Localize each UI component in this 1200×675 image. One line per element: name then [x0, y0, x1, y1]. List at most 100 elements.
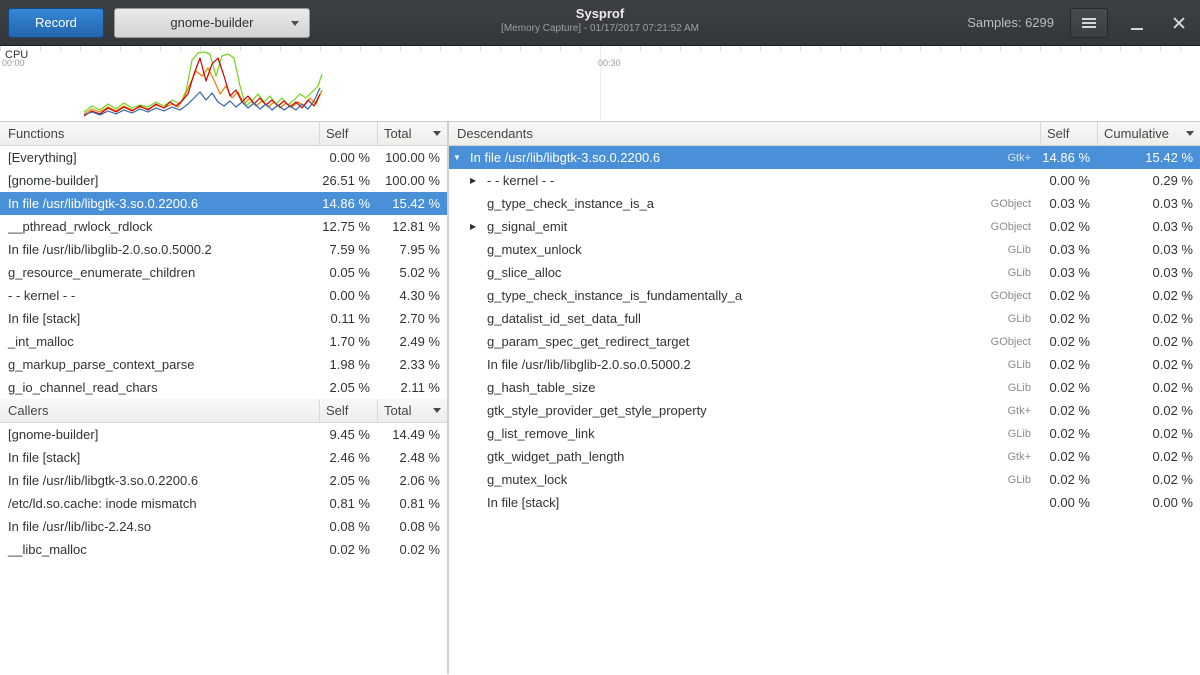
- record-button[interactable]: Record: [8, 8, 104, 38]
- table-row[interactable]: - - kernel - -0.00 %4.30 %: [0, 284, 447, 307]
- sort-descending-icon: [433, 408, 441, 413]
- expander-closed-icon[interactable]: ▶: [470, 169, 487, 192]
- row-label: [Everything]: [0, 150, 319, 165]
- column-header-self[interactable]: Self: [319, 122, 377, 145]
- column-header-self[interactable]: Self: [319, 399, 377, 422]
- library-tag: GLib: [1008, 359, 1040, 371]
- table-row[interactable]: gtk_widget_path_lengthGtk+0.02 %0.02 %: [449, 445, 1200, 468]
- minimize-button[interactable]: [1124, 10, 1150, 36]
- cumulative-value: 0.02 %: [1097, 380, 1200, 395]
- row-label: g_type_check_instance_is_aGObject: [449, 196, 1040, 211]
- self-value: 0.02 %: [1040, 219, 1097, 234]
- table-row[interactable]: g_mutex_unlockGLib0.03 %0.03 %: [449, 238, 1200, 261]
- table-row[interactable]: [gnome-builder]9.45 %14.49 %: [0, 423, 447, 446]
- table-row[interactable]: g_slice_allocGLib0.03 %0.03 %: [449, 261, 1200, 284]
- hamburger-icon: [1082, 18, 1096, 28]
- row-label: g_list_remove_linkGLib: [449, 426, 1040, 441]
- cumulative-value: 15.42 %: [1097, 150, 1200, 165]
- table-row[interactable]: __libc_malloc0.02 %0.02 %: [0, 538, 447, 561]
- menu-button[interactable]: [1070, 8, 1108, 38]
- table-row[interactable]: In file /usr/lib/libc-2.24.so0.08 %0.08 …: [0, 515, 447, 538]
- table-row[interactable]: g_resource_enumerate_children0.05 %5.02 …: [0, 261, 447, 284]
- row-label: gtk_style_provider_get_style_propertyGtk…: [449, 403, 1040, 418]
- library-tag: GLib: [1008, 474, 1040, 486]
- table-row[interactable]: g_mutex_lockGLib0.02 %0.02 %: [449, 468, 1200, 491]
- table-row[interactable]: g_list_remove_linkGLib0.02 %0.02 %: [449, 422, 1200, 445]
- expander-closed-icon[interactable]: ▶: [470, 215, 487, 238]
- row-label: g_param_spec_get_redirect_targetGObject: [449, 334, 1040, 349]
- table-row[interactable]: gtk_style_provider_get_style_propertyGtk…: [449, 399, 1200, 422]
- table-row[interactable]: ▶- - kernel - -0.00 %0.29 %: [449, 169, 1200, 192]
- self-value: 0.02 %: [1040, 334, 1097, 349]
- library-tag: Gtk+: [1007, 405, 1040, 417]
- column-header-total-label: Total: [384, 403, 411, 418]
- total-value: 5.02 %: [377, 265, 447, 280]
- table-row[interactable]: g_type_check_instance_is_aGObject0.03 %0…: [449, 192, 1200, 215]
- row-label: [gnome-builder]: [0, 427, 319, 442]
- row-label: ▶- - kernel - -: [449, 169, 1040, 192]
- row-label: ▶g_signal_emitGObject: [449, 215, 1040, 238]
- table-row[interactable]: [Everything]0.00 %100.00 %: [0, 146, 447, 169]
- table-row[interactable]: In file /usr/lib/libgtk-3.so.0.2200.62.0…: [0, 469, 447, 492]
- cumulative-value: 0.02 %: [1097, 472, 1200, 487]
- self-value: 0.02 %: [1040, 357, 1097, 372]
- total-value: 100.00 %: [377, 173, 447, 188]
- sort-descending-icon: [1186, 131, 1194, 136]
- total-value: 4.30 %: [377, 288, 447, 303]
- cumulative-value: 0.02 %: [1097, 426, 1200, 441]
- table-row[interactable]: __pthread_rwlock_rdlock12.75 %12.81 %: [0, 215, 447, 238]
- table-row[interactable]: _int_malloc1.70 %2.49 %: [0, 330, 447, 353]
- column-header-callers[interactable]: Callers: [0, 399, 319, 422]
- expander-open-icon[interactable]: ▼: [453, 146, 470, 169]
- table-row[interactable]: /etc/ld.so.cache: inode mismatch0.81 %0.…: [0, 492, 447, 515]
- table-row[interactable]: In file /usr/lib/libglib-2.0.so.0.5000.2…: [449, 353, 1200, 376]
- column-header-total[interactable]: Total: [377, 122, 447, 145]
- self-value: 0.00 %: [1040, 173, 1097, 188]
- self-value: 14.86 %: [319, 196, 377, 211]
- table-row[interactable]: g_io_channel_read_chars2.05 %2.11 %: [0, 376, 447, 399]
- table-row[interactable]: In file [stack]2.46 %2.48 %: [0, 446, 447, 469]
- row-label: [gnome-builder]: [0, 173, 319, 188]
- total-value: 2.70 %: [377, 311, 447, 326]
- column-header-self[interactable]: Self: [1040, 122, 1097, 145]
- row-label: - - kernel - -: [0, 288, 319, 303]
- cpu-graph[interactable]: CPU 00:00 00:30: [0, 46, 1200, 122]
- total-value: 7.95 %: [377, 242, 447, 257]
- total-value: 2.06 %: [377, 473, 447, 488]
- table-row[interactable]: g_type_check_instance_is_fundamentally_a…: [449, 284, 1200, 307]
- row-label: In file [stack]: [449, 495, 1040, 510]
- self-value: 2.05 %: [319, 473, 377, 488]
- column-header-functions[interactable]: Functions: [0, 122, 319, 145]
- column-header-total[interactable]: Total: [377, 399, 447, 422]
- column-header-cumulative[interactable]: Cumulative: [1097, 122, 1200, 145]
- headerbar-right: Samples: 6299: [967, 8, 1192, 38]
- library-tag: Gtk+: [1007, 152, 1040, 164]
- row-label: In file /usr/lib/libglib-2.0.so.0.5000.2…: [449, 357, 1040, 372]
- callers-header: Callers Self Total: [0, 399, 447, 423]
- cumulative-value: 0.03 %: [1097, 196, 1200, 211]
- self-value: 0.02 %: [1040, 403, 1097, 418]
- self-value: 0.03 %: [1040, 196, 1097, 211]
- table-row[interactable]: In file [stack]0.00 %0.00 %: [449, 491, 1200, 514]
- table-row[interactable]: g_param_spec_get_redirect_targetGObject0…: [449, 330, 1200, 353]
- table-row[interactable]: g_datalist_id_set_data_fullGLib0.02 %0.0…: [449, 307, 1200, 330]
- table-row[interactable]: ▼In file /usr/lib/libgtk-3.so.0.2200.6Gt…: [449, 146, 1200, 169]
- cumulative-value: 0.02 %: [1097, 334, 1200, 349]
- close-button[interactable]: [1166, 10, 1192, 36]
- table-row[interactable]: g_markup_parse_context_parse1.98 %2.33 %: [0, 353, 447, 376]
- table-row[interactable]: In file [stack]0.11 %2.70 %: [0, 307, 447, 330]
- window-title: Sysprof: [501, 6, 699, 21]
- table-row[interactable]: In file /usr/lib/libglib-2.0.so.0.5000.2…: [0, 238, 447, 261]
- table-row[interactable]: g_hash_table_sizeGLib0.02 %0.02 %: [449, 376, 1200, 399]
- table-row[interactable]: [gnome-builder]26.51 %100.00 %: [0, 169, 447, 192]
- total-value: 2.33 %: [377, 357, 447, 372]
- table-row[interactable]: In file /usr/lib/libgtk-3.so.0.2200.614.…: [0, 192, 447, 215]
- row-label: g_slice_allocGLib: [449, 265, 1040, 280]
- total-value: 2.48 %: [377, 450, 447, 465]
- process-selector[interactable]: gnome-builder: [114, 8, 310, 38]
- self-value: 0.02 %: [1040, 311, 1097, 326]
- column-header-descendants[interactable]: Descendants: [449, 122, 1040, 145]
- row-label: g_mutex_lockGLib: [449, 472, 1040, 487]
- self-value: 0.03 %: [1040, 265, 1097, 280]
- table-row[interactable]: ▶g_signal_emitGObject0.02 %0.03 %: [449, 215, 1200, 238]
